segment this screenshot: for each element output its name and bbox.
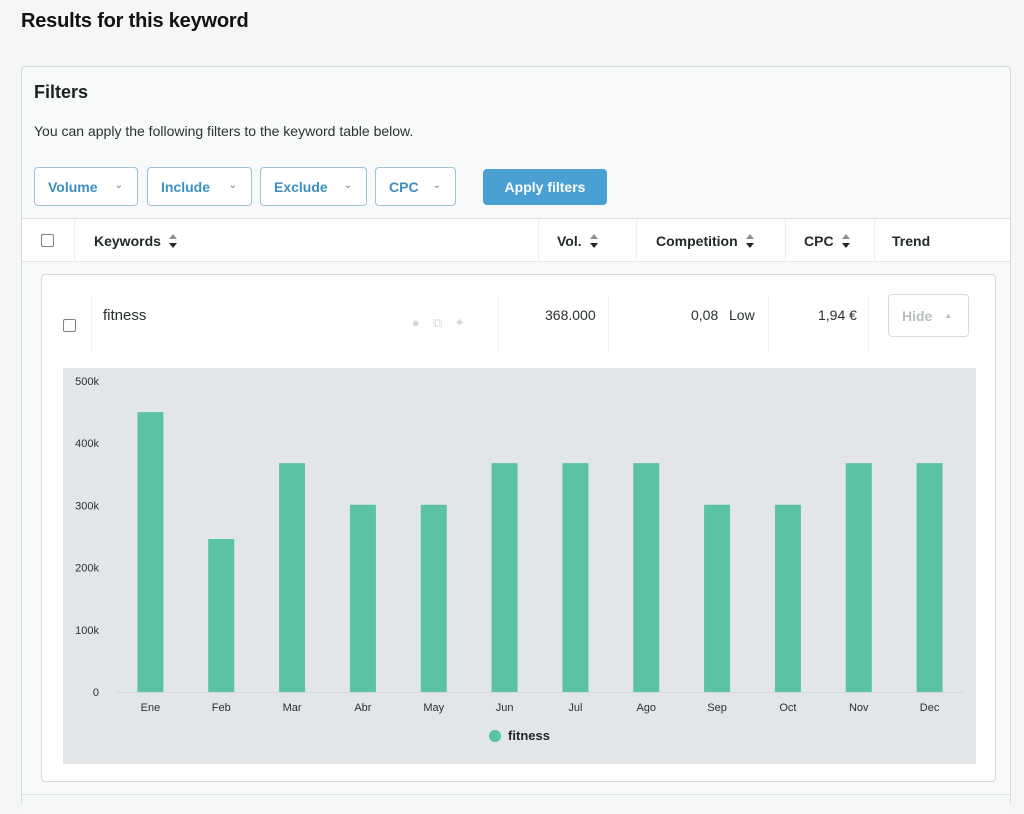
bar-abr[interactable] <box>349 504 376 692</box>
bar-jul[interactable] <box>562 463 589 692</box>
column-divider <box>74 219 75 262</box>
bar-feb[interactable] <box>208 538 235 692</box>
column-divider <box>636 219 637 262</box>
x-tick-label: Mar <box>283 702 302 714</box>
chevron-down-icon: ⌄ <box>432 180 441 191</box>
include-filter-label: Include <box>161 178 211 195</box>
exclude-filter-label: Exclude <box>274 178 328 195</box>
caret-up-icon: ▲ <box>944 311 953 320</box>
bar-oct[interactable] <box>774 504 801 692</box>
chevron-down-icon: ⌄ <box>114 180 123 191</box>
hide-trend-button[interactable]: Hide ▲ <box>888 294 969 337</box>
bar-may[interactable] <box>420 504 447 692</box>
keyword-row-expanded: fitness ● ⧉ ✦ 368.000 0,08 Low 1,94 € Hi… <box>41 274 996 782</box>
filters-title: Filters <box>34 82 89 102</box>
cpc-filter-label: CPC <box>389 178 419 195</box>
results-panel: Filters You can apply the following filt… <box>21 66 1011 814</box>
chart-legend: fitness <box>63 728 976 743</box>
y-tick-label: 500k <box>75 376 99 388</box>
x-tick-label: Sep <box>707 702 727 714</box>
column-label: Keywords <box>94 232 161 249</box>
bar-nov[interactable] <box>845 463 872 692</box>
sort-icon <box>589 233 599 248</box>
bar-jun[interactable] <box>491 463 518 692</box>
column-header-competition[interactable]: Competition <box>656 219 755 262</box>
next-table-row <box>22 794 1010 814</box>
bar-sep[interactable] <box>704 504 731 692</box>
column-header-keywords[interactable]: Keywords <box>94 219 178 262</box>
column-label: CPC <box>804 232 834 249</box>
sort-icon <box>168 233 178 248</box>
y-tick-label: 400k <box>75 438 99 450</box>
column-divider <box>91 295 92 353</box>
chevron-down-icon: ⌄ <box>343 180 352 191</box>
filters-description: You can apply the following filters to t… <box>34 123 414 139</box>
legend-label[interactable]: fitness <box>508 728 550 743</box>
trend-chart: 0 100k 200k 300k 400k 500k Ene Feb Mar Abr May Jun J… <box>63 368 976 764</box>
competition-value-cell: 0,08 <box>691 307 719 323</box>
include-filter-dropdown[interactable]: Include ⌄ <box>147 167 252 206</box>
exclude-filter-dropdown[interactable]: Exclude ⌄ <box>260 167 367 206</box>
x-tick-label: Jul <box>568 702 582 714</box>
bar-ene[interactable] <box>137 412 164 692</box>
cpc-filter-dropdown[interactable]: CPC ⌄ <box>375 167 456 206</box>
page-title: Results for this keyword <box>21 10 249 32</box>
volume-cell: 368.000 <box>545 307 596 323</box>
apply-filters-button[interactable]: Apply filters <box>483 169 607 205</box>
column-header-volume[interactable]: Vol. <box>557 219 599 262</box>
competition-level-cell: Low <box>729 307 755 323</box>
x-tick-label: Oct <box>779 702 796 714</box>
bar-dec[interactable] <box>916 463 943 692</box>
x-tick-label: Jun <box>496 702 514 714</box>
column-divider <box>498 295 499 353</box>
y-tick-label: 100k <box>75 625 99 637</box>
column-label: Vol. <box>557 232 582 249</box>
x-tick-label: Ago <box>636 702 656 714</box>
column-divider <box>874 219 875 262</box>
legend-marker <box>489 729 502 742</box>
column-divider <box>768 295 769 353</box>
column-header-cpc[interactable]: CPC <box>804 219 851 262</box>
column-divider <box>868 295 869 353</box>
y-tick-label: 0 <box>93 687 99 699</box>
sparkle-icon[interactable]: ✦ <box>452 315 467 330</box>
x-tick-label: Nov <box>849 702 869 714</box>
volume-filter-dropdown[interactable]: Volume ⌄ <box>34 167 138 206</box>
column-header-trend: Trend <box>892 219 930 262</box>
column-divider <box>538 219 539 262</box>
x-tick-label: Abr <box>354 702 371 714</box>
bar-ago[interactable] <box>633 463 660 692</box>
cpc-cell: 1,94 € <box>818 307 857 323</box>
chevron-down-icon: ⌄ <box>228 180 237 191</box>
x-tick-label: Ene <box>141 702 161 714</box>
y-tick-label: 200k <box>75 563 99 575</box>
x-tick-label: May <box>423 702 444 714</box>
row-checkbox[interactable] <box>63 319 76 332</box>
column-label: Trend <box>892 232 931 249</box>
keyword-cell[interactable]: fitness <box>103 275 146 355</box>
add-circle-icon[interactable]: ● <box>408 315 423 330</box>
column-divider <box>608 295 609 353</box>
bar-mar[interactable] <box>279 463 306 692</box>
keyword-actions: ● ⧉ ✦ <box>408 315 467 330</box>
sort-icon <box>745 233 755 248</box>
y-tick-label: 300k <box>75 500 99 512</box>
trend-chart-svg: 0 100k 200k 300k 400k 500k Ene Feb Mar Abr May Jun J… <box>75 376 965 714</box>
column-label: Competition <box>656 232 738 249</box>
copy-icon[interactable]: ⧉ <box>430 315 445 330</box>
volume-filter-label: Volume <box>48 178 98 195</box>
select-all-checkbox[interactable] <box>41 234 54 247</box>
table-header: Keywords Vol. Competition CPC Trend <box>22 218 1010 262</box>
x-tick-label: Dec <box>920 702 940 714</box>
hide-trend-label: Hide <box>902 307 933 324</box>
sort-icon <box>841 233 851 248</box>
x-tick-label: Feb <box>212 702 231 714</box>
column-divider <box>785 219 786 262</box>
